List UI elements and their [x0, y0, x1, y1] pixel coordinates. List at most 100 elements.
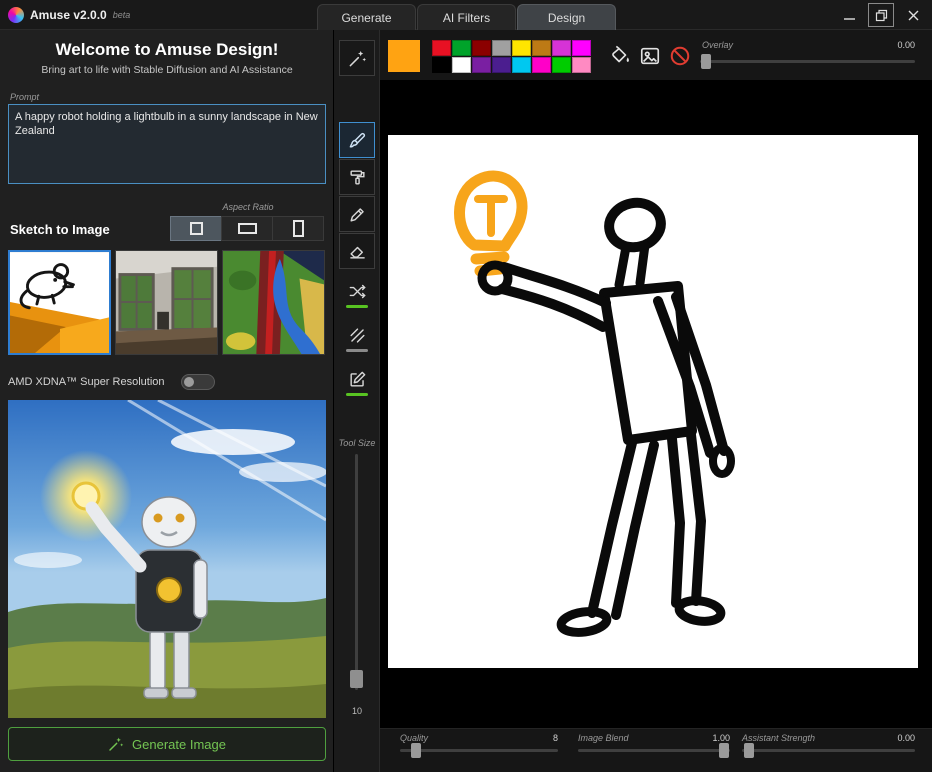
drawing-canvas[interactable]: [388, 135, 918, 668]
app-title: Amuse v2.0.0: [30, 8, 107, 22]
assistant-strength-slider-handle[interactable]: [744, 743, 754, 758]
aspect-square-button[interactable]: [170, 216, 222, 241]
stick-figure-sketch: [388, 135, 918, 668]
prompt-label: Prompt: [10, 92, 39, 102]
hatching-inactive-indicator: [346, 349, 368, 352]
generate-image-button[interactable]: Generate Image: [8, 727, 326, 761]
shuffle-tool-button[interactable]: [339, 282, 375, 322]
tool-size-slider[interactable]: [355, 454, 358, 690]
tab-ai-filters[interactable]: AI Filters: [417, 4, 516, 30]
color-palette: [432, 40, 591, 74]
beta-tag: beta: [113, 10, 131, 20]
super-resolution-toggle[interactable]: [181, 374, 215, 390]
assistant-strength-value: 0.00: [897, 733, 915, 743]
ai-assist-tool-button[interactable]: [339, 40, 375, 76]
close-icon: [907, 9, 920, 22]
assistant-strength-control: Assistant Strength 0.00: [742, 729, 915, 772]
maximize-button[interactable]: [868, 3, 894, 27]
portrait-ratio-icon: [293, 220, 304, 237]
marker-tool-button[interactable]: [339, 196, 375, 232]
minimize-icon: [843, 9, 856, 22]
palette-color-swatch[interactable]: [432, 57, 451, 73]
mouse-sketch-image: [10, 252, 109, 353]
square-ratio-icon: [190, 222, 203, 235]
shuffle-icon: [348, 282, 367, 301]
palette-color-swatch[interactable]: [552, 40, 571, 56]
quality-slider[interactable]: [400, 749, 558, 752]
welcome-title: Welcome to Amuse Design!: [0, 40, 334, 60]
tool-size-value: 10: [334, 706, 380, 716]
palette-color-swatch[interactable]: [512, 40, 531, 56]
magic-wand-icon: [108, 736, 124, 752]
robot-landscape-image: [8, 400, 326, 718]
landscape-map-image: [223, 251, 324, 354]
palette-color-swatch[interactable]: [512, 57, 531, 73]
sketch-template-interior[interactable]: [115, 250, 218, 355]
palette-color-swatch[interactable]: [472, 40, 491, 56]
brush-tool-button[interactable]: [339, 122, 375, 158]
tab-design[interactable]: Design: [517, 4, 616, 30]
shuffle-active-indicator: [346, 305, 368, 308]
canvas-workspace: Overlay 0.00: [380, 30, 932, 772]
palette-color-swatch[interactable]: [492, 57, 511, 73]
eraser-icon: [348, 242, 367, 261]
quality-control: Quality 8: [400, 729, 558, 772]
palette-color-swatch[interactable]: [452, 40, 471, 56]
edit-compose-icon: [348, 370, 367, 389]
amuse-logo-icon: [8, 7, 24, 23]
window-controls: [836, 3, 926, 27]
palette-color-swatch[interactable]: [432, 40, 451, 56]
palette-color-swatch[interactable]: [452, 57, 471, 73]
brush-icon: [348, 131, 367, 150]
toggle-knob: [184, 377, 194, 387]
fill-bucket-button[interactable]: [608, 44, 632, 68]
generated-image-preview: [8, 400, 326, 718]
image-blend-slider-handle[interactable]: [719, 743, 729, 758]
restore-icon: [875, 9, 888, 22]
image-blend-control: Image Blend 1.00: [578, 729, 730, 772]
sketch-template-landscape-map[interactable]: [222, 250, 325, 355]
palette-color-swatch[interactable]: [572, 40, 591, 56]
minimize-button[interactable]: [836, 3, 862, 27]
landscape-ratio-icon: [238, 223, 257, 234]
assistant-strength-slider[interactable]: [742, 749, 915, 752]
tool-size-slider-handle[interactable]: [350, 670, 363, 688]
sketch-template-mouse[interactable]: [8, 250, 111, 355]
tool-size-label: Tool Size: [334, 438, 380, 448]
sketch-to-image-label: Sketch to Image: [10, 222, 110, 237]
overlay-value: 0.00: [897, 40, 915, 50]
paint-roller-tool-button[interactable]: [339, 159, 375, 195]
marker-pen-icon: [348, 205, 367, 224]
magic-wand-icon: [348, 49, 367, 68]
palette-color-swatch[interactable]: [532, 57, 551, 73]
app-identity: Amuse v2.0.0 beta: [8, 0, 130, 30]
palette-color-swatch[interactable]: [572, 57, 591, 73]
hatching-icon: [348, 326, 367, 345]
quality-slider-handle[interactable]: [411, 743, 421, 758]
palette-color-swatch[interactable]: [552, 57, 571, 73]
prompt-input[interactable]: A happy robot holding a lightbulb in a s…: [8, 104, 326, 184]
palette-color-swatch[interactable]: [532, 40, 551, 56]
edit-active-indicator: [346, 393, 368, 396]
image-blend-slider[interactable]: [578, 749, 730, 752]
eraser-tool-button[interactable]: [339, 233, 375, 269]
palette-color-swatch[interactable]: [472, 57, 491, 73]
aspect-portrait-button[interactable]: [272, 216, 324, 241]
tab-generate[interactable]: Generate: [317, 4, 416, 30]
close-button[interactable]: [900, 3, 926, 27]
clear-block-button[interactable]: [668, 44, 692, 68]
overlay-slider[interactable]: [700, 60, 915, 63]
overlay-slider-handle[interactable]: [701, 54, 711, 69]
palette-color-swatch[interactable]: [492, 40, 511, 56]
image-blend-value: 1.00: [712, 733, 730, 743]
block-icon: [669, 45, 691, 67]
current-color-swatch[interactable]: [388, 40, 420, 72]
palette-row-2: [432, 57, 591, 73]
insert-image-button[interactable]: [638, 44, 662, 68]
assistant-strength-label: Assistant Strength: [742, 733, 815, 743]
hatching-tool-button[interactable]: [339, 326, 375, 366]
aspect-ratio-label: Aspect Ratio: [170, 202, 326, 212]
aspect-landscape-button[interactable]: [221, 216, 273, 241]
edit-tool-button[interactable]: [339, 370, 375, 410]
canvas-toolbar: Overlay 0.00: [380, 30, 932, 80]
